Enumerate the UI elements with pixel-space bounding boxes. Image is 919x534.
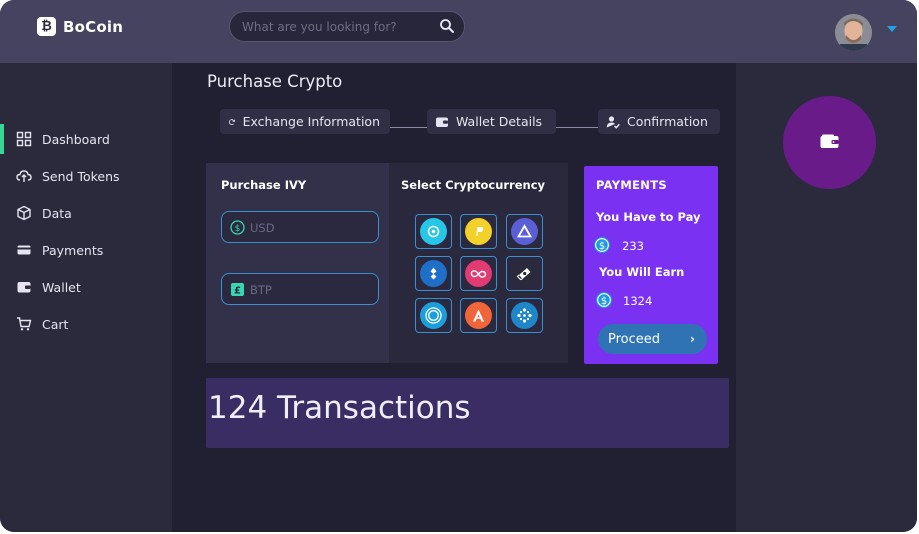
- svg-text:$: $: [235, 224, 241, 234]
- sidebar-item-payments[interactable]: Payments: [0, 237, 172, 263]
- have-to-pay-value: 233: [622, 239, 644, 253]
- btp-field: £: [221, 273, 379, 305]
- purchase-card: Purchase IVY $ £: [206, 163, 389, 363]
- will-earn-label: You Will Earn: [599, 265, 685, 279]
- sidebar-item-label: Payments: [42, 242, 104, 258]
- purchase-title: Purchase IVY: [221, 178, 307, 192]
- coin-option[interactable]: [506, 256, 543, 291]
- select-crypto-card: Select Cryptocurrency: [389, 163, 568, 363]
- sidebar-item-wallet[interactable]: Wallet: [0, 274, 172, 300]
- step-label: Wallet Details: [456, 114, 543, 129]
- avatar[interactable]: [835, 14, 872, 51]
- coin-option[interactable]: [415, 298, 452, 333]
- sidebar-item-label: Data: [42, 205, 72, 221]
- step-label: Confirmation: [627, 114, 708, 129]
- will-earn-value: 1324: [623, 294, 653, 308]
- dots-coin-icon: [511, 302, 538, 329]
- step-connector: [556, 127, 598, 128]
- step-exchange-information[interactable]: Exchange Information: [220, 109, 390, 134]
- dollar-coin-icon: $: [596, 292, 612, 308]
- brand-name: BoCoin: [63, 17, 124, 36]
- grid-icon: [16, 131, 32, 147]
- sidebar-item-label: Cart: [42, 316, 69, 332]
- chevron-right-icon: ›: [690, 332, 695, 346]
- crypto-grid: [414, 214, 544, 334]
- transactions-count: 124 Transactions: [208, 390, 471, 426]
- btp-input[interactable]: [250, 281, 370, 299]
- sidebar-item-label: Wallet: [42, 279, 81, 295]
- coin-option[interactable]: [506, 214, 543, 249]
- step-confirmation[interactable]: Confirmation: [598, 109, 720, 134]
- sidebar-item-label: Send Tokens: [42, 168, 120, 184]
- chevron-down-icon[interactable]: [887, 25, 897, 33]
- coin-option[interactable]: [460, 214, 497, 249]
- top-header: ₿ BoCoin: [0, 0, 917, 63]
- payments-title: PAYMENTS: [596, 178, 667, 192]
- dollar-coin-icon: $: [594, 237, 610, 253]
- sidebar-item-label: Dashboard: [42, 131, 110, 147]
- svg-text:$: $: [601, 296, 607, 307]
- search-icon[interactable]: [439, 18, 455, 34]
- ticket-coin-icon: [511, 260, 538, 287]
- coin-option[interactable]: [506, 298, 543, 333]
- user-check-icon: [606, 115, 620, 129]
- wallet-icon: [436, 117, 448, 127]
- have-to-pay-label: You Have to Pay: [596, 210, 701, 224]
- refresh-icon: [229, 118, 236, 125]
- svg-text:$: $: [599, 241, 605, 252]
- bitcoin-logo-icon: ₿: [37, 17, 56, 36]
- pound-icon: £: [231, 283, 244, 296]
- cart-icon: [17, 317, 32, 331]
- transactions-banner: 124 Transactions: [206, 378, 729, 448]
- proceed-button[interactable]: Proceed ›: [598, 324, 707, 354]
- right-panel: [736, 63, 917, 532]
- card-icon: [17, 245, 31, 255]
- active-indicator: [0, 124, 4, 154]
- svg-text:£: £: [234, 285, 241, 296]
- wallet-icon: [820, 134, 839, 148]
- wallet-icon: [17, 282, 31, 293]
- wallet-button[interactable]: [783, 96, 876, 189]
- app-window: ₿ BoCoin What are you looking for? Dashb…: [0, 0, 917, 532]
- page-title: Purchase Crypto: [207, 72, 343, 91]
- main-content: Purchase Crypto Exchange Information Wal…: [172, 63, 736, 532]
- cyan-coin-icon: [420, 218, 447, 245]
- coin-option[interactable]: [460, 256, 497, 291]
- coin-option[interactable]: [460, 298, 497, 333]
- usd-field: $: [221, 211, 379, 243]
- sidebar: Dashboard Send Tokens Data Payments Wall…: [0, 63, 172, 532]
- search-bar: [229, 11, 465, 42]
- sidebar-item-cart[interactable]: Cart: [0, 311, 172, 337]
- user-photo-icon: [835, 14, 872, 51]
- proceed-label: Proceed: [608, 331, 661, 347]
- cube-icon: [17, 205, 31, 221]
- blue-drop-coin-icon: [420, 260, 447, 287]
- infinity-coin-icon: [465, 260, 492, 287]
- sidebar-item-dashboard[interactable]: Dashboard: [0, 124, 172, 154]
- coin-option[interactable]: [415, 214, 452, 249]
- cloud-upload-icon: [16, 170, 32, 182]
- sidebar-item-send-tokens[interactable]: Send Tokens: [0, 163, 172, 189]
- search-input[interactable]: [242, 18, 432, 36]
- coin-option[interactable]: [415, 256, 452, 291]
- step-label: Exchange Information: [242, 114, 380, 129]
- triangle-coin-icon: [511, 218, 538, 245]
- ring-coin-icon: [420, 302, 447, 329]
- step-wallet-details[interactable]: Wallet Details: [427, 109, 556, 134]
- payments-panel: PAYMENTS You Have to Pay $ 233 You Will …: [584, 166, 718, 364]
- usd-input[interactable]: [250, 219, 370, 237]
- dollar-coin-icon: $: [230, 220, 245, 235]
- step-connector: [390, 127, 427, 128]
- yellow-coin-icon: [465, 218, 492, 245]
- brand-logo[interactable]: ₿ BoCoin: [37, 17, 123, 36]
- orange-a-coin-icon: [465, 302, 492, 329]
- sidebar-item-data[interactable]: Data: [0, 200, 172, 226]
- select-crypto-title: Select Cryptocurrency: [401, 178, 546, 192]
